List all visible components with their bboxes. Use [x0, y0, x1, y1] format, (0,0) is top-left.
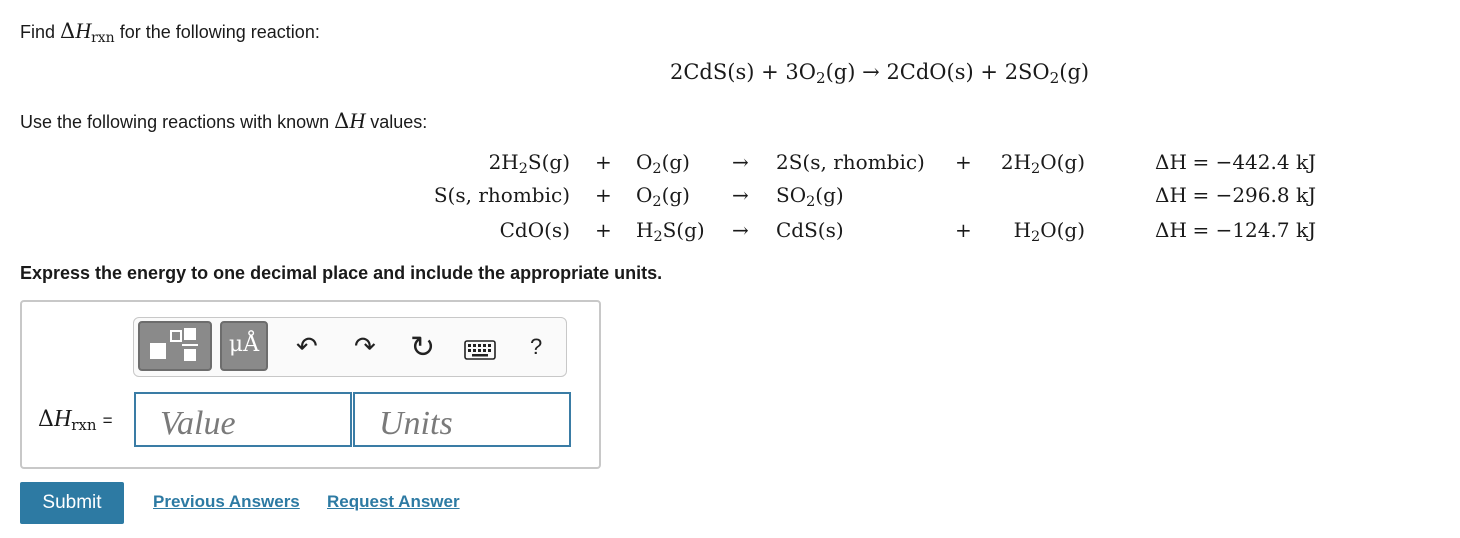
reaction-1-arrow: →: [732, 150, 749, 174]
units-input[interactable]: [353, 392, 571, 447]
prompt-find: Find ΔHrxn for the following reaction:: [20, 18, 320, 46]
prompt-use: Use the following reactions with known Δ…: [20, 108, 428, 133]
reaction-2-delta-h: ΔH = −296.8 kJ: [1155, 183, 1317, 207]
main-reaction: 2CdS(s) + 3O2(g) → 2CdO(s) + 2SO2(g): [670, 60, 1090, 88]
reaction-1-product-2: 2H2O(g): [1000, 150, 1085, 178]
redo-icon[interactable]: ↷: [354, 333, 376, 359]
reaction-1-delta-h: ΔH = −442.4 kJ: [1155, 150, 1317, 174]
units-button-label: μÅ: [228, 332, 260, 357]
units-button[interactable]: μÅ: [220, 321, 268, 371]
reset-icon[interactable]: ↻: [410, 333, 435, 363]
answer-label: ΔHrxn =: [38, 406, 113, 435]
help-button[interactable]: ?: [530, 336, 542, 358]
reaction-3-reactant-2: H2S(g): [636, 218, 705, 246]
reaction-3-delta-h: ΔH = −124.7 kJ: [1155, 218, 1317, 242]
undo-icon[interactable]: ↶: [296, 333, 318, 359]
reaction-1-reactant-2: O2(g): [636, 150, 690, 178]
reaction-3-product-1: CdS(s): [776, 218, 844, 242]
reaction-3-plus: +: [595, 218, 612, 242]
reaction-2-plus: +: [595, 183, 612, 207]
reaction-1-product-1: 2S(s, rhombic): [776, 150, 925, 174]
templates-button[interactable]: [138, 321, 212, 371]
keyboard-button[interactable]: [464, 340, 496, 365]
reaction-2-reactant-1: S(s, rhombic): [433, 183, 570, 207]
reaction-1-plus: +: [595, 150, 612, 174]
reaction-2-reactant-2: O2(g): [636, 183, 690, 211]
request-answer-link[interactable]: Request Answer: [327, 492, 460, 512]
reaction-2-arrow: →: [732, 183, 749, 207]
reaction-3-arrow: →: [732, 218, 749, 242]
reaction-2-product-1: SO2(g): [776, 183, 844, 211]
reaction-3-product-2: H2O(g): [1013, 218, 1085, 246]
templates-icon: [150, 328, 198, 361]
keyboard-icon: [464, 340, 496, 360]
submit-button[interactable]: Submit: [20, 482, 124, 524]
instruction-text: Express the energy to one decimal place …: [20, 263, 663, 283]
reaction-3-reactant-1: CdO(s): [499, 218, 570, 242]
value-input[interactable]: [134, 392, 352, 447]
reaction-1-reactant-1: 2H2S(g): [488, 150, 570, 178]
previous-answers-link[interactable]: Previous Answers: [153, 492, 300, 512]
